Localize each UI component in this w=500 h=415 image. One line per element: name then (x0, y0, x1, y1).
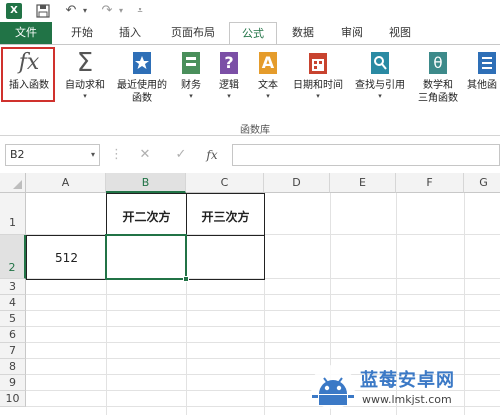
more-functions-button[interactable]: 其他函 (467, 50, 500, 92)
row-header-2[interactable]: 2 (0, 235, 26, 279)
column-header-a[interactable]: A (26, 173, 106, 193)
lookup-icon (368, 50, 392, 76)
tab-page-layout[interactable]: 页面布局 (158, 22, 228, 44)
math-trig-button[interactable]: θ 数学和 三角函数 (412, 50, 464, 105)
active-cell-selection (105, 234, 189, 282)
lookup-reference-button[interactable]: 查找与引用 ▾ (350, 50, 410, 101)
autosum-icon: Σ (76, 48, 94, 78)
android-robot-icon (311, 365, 355, 409)
calendar-icon (306, 50, 330, 76)
column-header-c[interactable]: C (186, 173, 264, 193)
column-header-e[interactable]: E (330, 173, 396, 193)
customize-qat-icon[interactable]: ⩡ (134, 2, 146, 20)
lookup-label: 查找与引用 (355, 80, 405, 91)
recently-used-label-1: 最近使用的 (117, 80, 167, 91)
financial-dropdown-icon: ▾ (189, 92, 193, 100)
row-header-7[interactable]: 7 (0, 343, 26, 359)
text-button[interactable]: A 文本 ▾ (253, 50, 283, 101)
name-box-value: B2 (10, 148, 25, 161)
date-time-button[interactable]: 日期和时间 ▾ (288, 50, 348, 101)
excel-window: X ↶ ▾ ↷ ▾ ⩡ 文件 开始 插入 页面布局 公式 数据 审阅 视图 fx… (0, 0, 500, 415)
row-header-10[interactable]: 10 (0, 391, 26, 407)
more-functions-label: 其他函 (467, 80, 497, 91)
column-header-g[interactable]: G (464, 173, 500, 193)
tab-review[interactable]: 审阅 (330, 22, 374, 44)
column-header-b[interactable]: B (106, 173, 186, 193)
tab-insert[interactable]: 插入 (108, 22, 152, 44)
column-header-d[interactable]: D (264, 173, 330, 193)
date-time-label: 日期和时间 (293, 80, 343, 91)
row-header-6[interactable]: 6 (0, 327, 26, 343)
insert-function-highlight (1, 47, 55, 102)
name-box-dropdown-icon[interactable]: ▾ (91, 145, 95, 165)
ribbon-tabs: 文件 开始 插入 页面布局 公式 数据 审阅 视图 (0, 22, 500, 45)
tab-view[interactable]: 视图 (378, 22, 422, 44)
logical-icon: ? (217, 50, 241, 76)
cell-c2[interactable] (186, 235, 265, 280)
row-header-9[interactable]: 9 (0, 375, 26, 391)
date-time-dropdown-icon: ▾ (316, 92, 320, 100)
text-icon: A (256, 50, 280, 76)
lookup-dropdown-icon: ▾ (378, 92, 382, 100)
formula-bar: B2 ▾ ⋮ ✕ ✓ fx (0, 137, 500, 173)
undo-icon[interactable]: ↶ (62, 2, 80, 20)
quick-access-toolbar: X ↶ ▾ ↷ ▾ ⩡ (0, 0, 500, 22)
recently-used-label-2: 函数 (132, 93, 152, 104)
autosum-label: 自动求和 (65, 80, 105, 91)
math-label-1: 数学和 (423, 80, 453, 91)
row-header-4[interactable]: 4 (0, 295, 26, 311)
row-header-8[interactable]: 8 (0, 359, 26, 375)
watermark-brand: 蓝莓安卓网 (360, 370, 455, 391)
financial-label: 财务 (181, 80, 201, 91)
star-book-icon (130, 50, 154, 76)
autosum-button[interactable]: Σ 自动求和 ▾ (60, 50, 110, 101)
text-label: 文本 (258, 80, 278, 91)
logical-button[interactable]: ? 逻辑 ▾ (214, 50, 244, 101)
redo-dropdown-icon[interactable]: ▾ (116, 2, 126, 20)
name-box[interactable]: B2 ▾ (5, 144, 100, 166)
recently-used-button[interactable]: 最近使用的 函数 (112, 50, 172, 105)
enter-icon[interactable]: ✓ (172, 146, 190, 164)
tab-file[interactable]: 文件 (0, 22, 52, 44)
cell-b1[interactable]: 开二次方 (106, 193, 187, 236)
formula-input[interactable] (232, 144, 500, 166)
function-library-group-label: 函数库 (240, 125, 270, 136)
math-label-2: 三角函数 (418, 93, 458, 104)
financial-icon (179, 50, 203, 76)
formula-bar-grip-icon: ⋮ (110, 147, 123, 162)
cell-a2[interactable]: 512 (26, 235, 107, 280)
cell-c1-text: 开三次方 (201, 210, 250, 224)
autosum-dropdown-icon: ▾ (83, 92, 87, 100)
logical-label: 逻辑 (219, 80, 239, 91)
tab-home[interactable]: 开始 (60, 22, 104, 44)
cell-b1-text: 开二次方 (122, 210, 171, 224)
watermark-url: www.lmkjst.com (362, 393, 452, 406)
select-all-corner[interactable] (0, 173, 26, 193)
cancel-icon[interactable]: ✕ (136, 146, 154, 164)
tab-formulas[interactable]: 公式 (229, 22, 277, 45)
text-dropdown-icon: ▾ (266, 92, 270, 100)
excel-logo: X (6, 3, 22, 19)
tab-data[interactable]: 数据 (281, 22, 325, 44)
save-icon[interactable] (34, 2, 52, 20)
cell-a2-text: 512 (55, 251, 78, 265)
row-header-1[interactable]: 1 (0, 193, 26, 235)
column-header-f[interactable]: F (396, 173, 464, 193)
logical-dropdown-icon: ▾ (227, 92, 231, 100)
watermark: 蓝莓安卓网 www.lmkjst.com (310, 362, 500, 415)
ribbon-formulas: fx 插入函数 Σ 自动求和 ▾ 最近使用的 函数 财务 ▾ ? 逻辑 ▾ A … (0, 44, 500, 136)
fill-handle[interactable] (183, 276, 189, 282)
row-header-3[interactable]: 3 (0, 279, 26, 295)
more-functions-icon (475, 50, 499, 76)
insert-function-fx-icon[interactable]: fx (203, 146, 221, 164)
math-icon: θ (426, 50, 450, 76)
redo-icon[interactable]: ↷ (98, 2, 116, 20)
cell-c1[interactable]: 开三次方 (186, 193, 265, 236)
row-header-5[interactable]: 5 (0, 311, 26, 327)
undo-dropdown-icon[interactable]: ▾ (80, 2, 90, 20)
financial-button[interactable]: 财务 ▾ (176, 50, 206, 101)
